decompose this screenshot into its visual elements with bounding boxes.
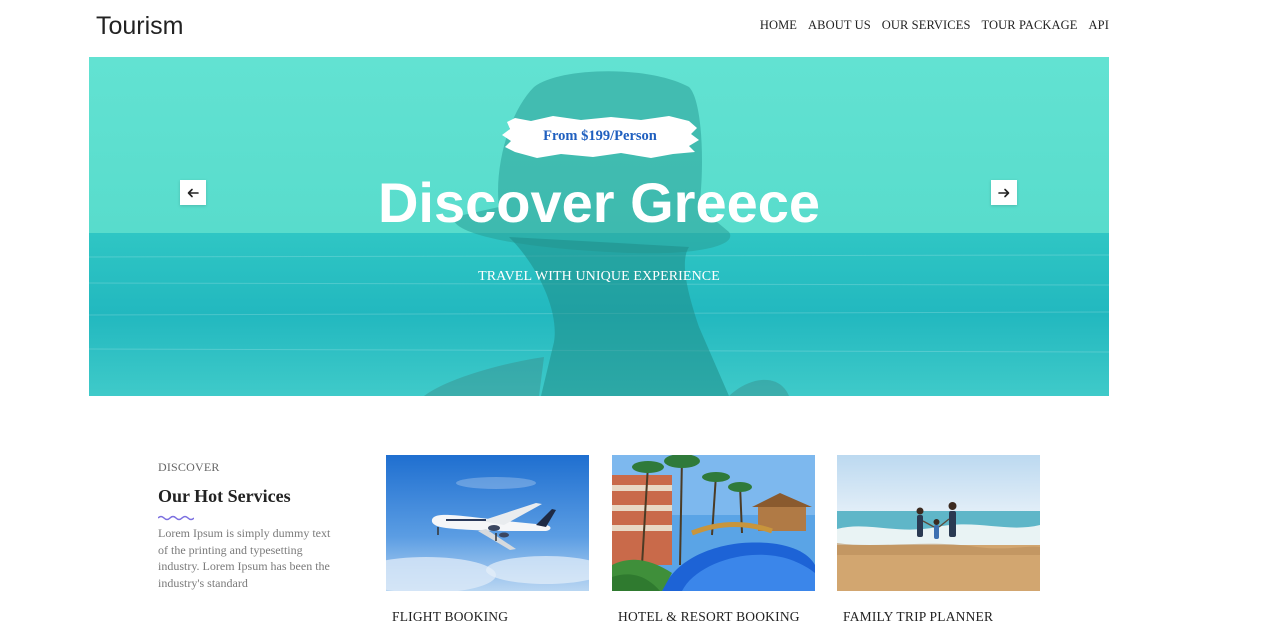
nav-our-services[interactable]: OUR SERVICES bbox=[882, 17, 971, 33]
slider-next-button[interactable] bbox=[991, 180, 1017, 205]
services-description: Lorem Ipsum is simply dummy text of the … bbox=[158, 526, 331, 590]
price-text: From $199/Person bbox=[543, 127, 657, 144]
hero-slider: From $199/Person Discover Greece TRAVEL … bbox=[89, 57, 1109, 396]
service-card-family-trip[interactable]: FAMILY TRIP PLANNER bbox=[837, 455, 1040, 625]
card-label[interactable]: FAMILY TRIP PLANNER bbox=[837, 609, 1040, 625]
wave-divider-icon bbox=[158, 515, 194, 521]
family-beach-image bbox=[837, 455, 1040, 591]
hero-title: Discover Greece bbox=[377, 171, 821, 234]
services-eyebrow: DISCOVER bbox=[158, 460, 220, 474]
arrow-right-icon bbox=[998, 188, 1010, 197]
arrow-left-icon bbox=[187, 188, 199, 197]
price-badge: From $199/Person bbox=[501, 114, 699, 158]
nav-tour-package[interactable]: TOUR PACKAGE bbox=[982, 17, 1078, 33]
card-label[interactable]: HOTEL & RESORT BOOKING bbox=[612, 609, 815, 625]
hero-subtitle: TRAVEL WITH UNIQUE EXPERIENCE bbox=[478, 269, 720, 284]
services-title: Our Hot Services bbox=[158, 486, 291, 506]
card-label[interactable]: FLIGHT BOOKING bbox=[386, 609, 589, 625]
service-card-hotel-resort[interactable]: HOTEL & RESORT BOOKING bbox=[612, 455, 815, 625]
flight-image bbox=[386, 455, 589, 591]
services-intro: DISCOVER Our Hot Services Lorem Ipsum is… bbox=[158, 460, 348, 591]
main-nav: HOME ABOUT US OUR SERVICES TOUR PACKAGE … bbox=[760, 17, 1109, 33]
site-logo[interactable]: Tourism bbox=[96, 10, 184, 42]
slider-prev-button[interactable] bbox=[180, 180, 206, 205]
service-card-flight[interactable]: FLIGHT BOOKING bbox=[386, 455, 589, 625]
nav-about-us[interactable]: ABOUT US bbox=[808, 17, 871, 33]
resort-image bbox=[612, 455, 815, 591]
nav-api[interactable]: API bbox=[1089, 17, 1109, 33]
nav-home[interactable]: HOME bbox=[760, 17, 797, 33]
